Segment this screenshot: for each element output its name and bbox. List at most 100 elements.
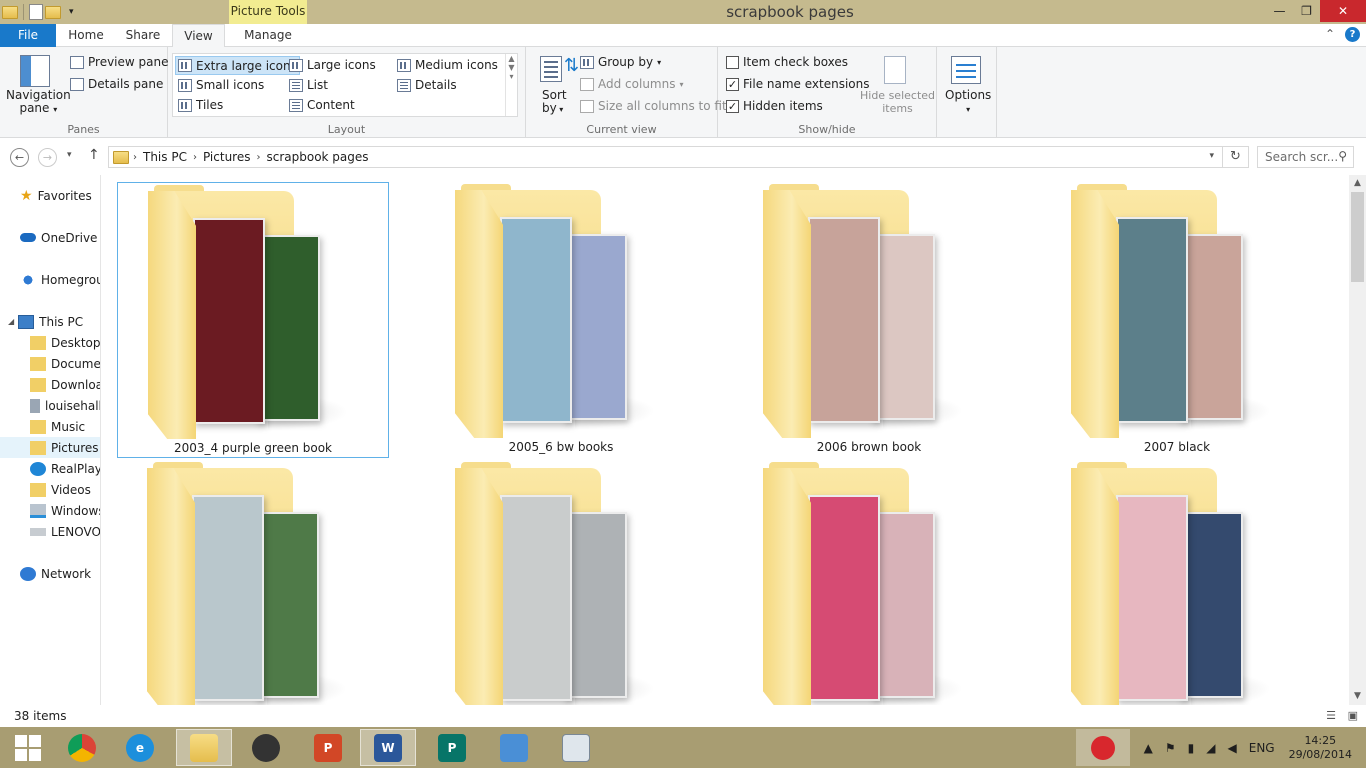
folder-tile[interactable]: 2007 black [1041, 182, 1313, 458]
breadcrumb-scrapbook-pages[interactable]: scrapbook pages [260, 150, 374, 164]
signal-icon[interactable]: ◢ [1206, 741, 1215, 755]
file-name-extensions-toggle[interactable]: ✓ File name extensions [726, 77, 870, 91]
help-icon[interactable]: ? [1345, 27, 1360, 42]
nav-item-network[interactable]: Network [0, 563, 100, 584]
collapse-ribbon-icon[interactable]: ⌃ [1325, 27, 1335, 42]
folder-tile[interactable] [1041, 460, 1313, 705]
start-button[interactable] [0, 729, 56, 766]
nav-item-videos[interactable]: Videos [0, 479, 100, 500]
nav-item-onedrive[interactable]: OneDrive [0, 227, 100, 248]
refresh-icon[interactable]: ↻ [1222, 147, 1248, 167]
layout-details[interactable]: Details [397, 78, 457, 92]
folder-tile[interactable]: 2003_4 purple green book [117, 182, 389, 458]
taskbar-internet-explorer[interactable]: e [112, 729, 168, 766]
size-columns-button[interactable]: Size all columns to fit [580, 99, 727, 113]
close-button[interactable]: ✕ [1320, 0, 1366, 22]
preview-pane-button[interactable]: Preview pane [70, 55, 168, 69]
layout-large-icons[interactable]: Large icons [289, 58, 376, 72]
folder-tile[interactable] [733, 460, 1005, 705]
item-check-boxes-toggle[interactable]: Item check boxes [726, 55, 848, 69]
hide-selected-button[interactable]: Hide selected items [860, 89, 935, 115]
nav-item-documents[interactable]: Documer [0, 353, 100, 374]
hide-selected-icon [884, 56, 906, 84]
customize-qat-icon[interactable]: ▾ [69, 7, 74, 17]
taskbar-control-panel[interactable] [486, 729, 542, 766]
taskbar-resource-monitor[interactable] [548, 729, 604, 766]
nav-item-desktop[interactable]: Desktop [0, 332, 100, 353]
item-check-boxes-checkbox[interactable] [726, 55, 739, 69]
address-dropdown-icon[interactable]: ▾ [1209, 151, 1214, 161]
forward-button[interactable]: → [38, 148, 57, 167]
search-input[interactable]: Search scr... ⚲ [1257, 146, 1354, 168]
vertical-scrollbar[interactable]: ▲ ▼ [1349, 175, 1366, 705]
nav-item-favorites[interactable]: ★ Favorites [0, 185, 100, 206]
large-icons-view-icon[interactable]: ▣ [1348, 709, 1358, 722]
input-language[interactable]: ENG [1249, 741, 1275, 755]
nav-item-downloads[interactable]: Downloa [0, 374, 100, 395]
taskbar-powerpoint[interactable]: P [300, 729, 356, 766]
show-hidden-icons-icon[interactable]: ▲ [1144, 741, 1153, 755]
options-button[interactable]: Options ▾ [945, 89, 991, 116]
hidden-items-toggle[interactable]: ✓ Hidden items [726, 99, 823, 113]
tab-file[interactable]: File [0, 24, 56, 47]
breadcrumb-this-pc[interactable]: This PC [137, 150, 193, 164]
scroll-up-arrow-icon[interactable]: ▲ [1349, 175, 1366, 192]
hidden-items-checkbox[interactable]: ✓ [726, 99, 739, 113]
clock[interactable]: 14:25 29/08/2014 [1289, 734, 1352, 762]
layout-medium-icons[interactable]: Medium icons [397, 58, 498, 72]
sort-by-button[interactable]: Sort by ▾ [542, 89, 567, 116]
recent-locations-icon[interactable]: ▾ [67, 150, 72, 160]
taskbar-media-player[interactable] [238, 729, 294, 766]
nav-item-this-pc[interactable]: ◢ This PC [0, 311, 100, 332]
layout-gallery-scroll[interactable]: ▲ ▼ ▾ [505, 54, 517, 116]
file-name-extensions-checkbox[interactable]: ✓ [726, 77, 739, 91]
search-icon[interactable]: ⚲ [1338, 149, 1347, 163]
layout-extra-large-icons[interactable]: Extra large icons [175, 56, 300, 75]
taskbar-file-explorer[interactable] [176, 729, 232, 766]
nav-item-windows[interactable]: Windows [0, 500, 100, 521]
layout-tiles[interactable]: Tiles [178, 98, 223, 112]
tab-share[interactable]: Share [114, 24, 172, 47]
volume-icon[interactable]: ◀ [1228, 741, 1237, 755]
nav-item-music[interactable]: Music [0, 416, 100, 437]
details-pane-button[interactable]: Details pane [70, 77, 163, 91]
tab-manage[interactable]: Manage [229, 24, 307, 47]
folder-tile[interactable]: 2006 brown book [733, 182, 1005, 458]
scroll-down-arrow-icon[interactable]: ▼ [1349, 688, 1366, 705]
thumbnail-page [808, 217, 880, 423]
taskbar-word[interactable]: W [360, 729, 416, 766]
back-button[interactable]: ← [10, 148, 29, 167]
group-by-button[interactable]: Group by ▾ [580, 55, 661, 69]
notification-app-icon[interactable] [1075, 729, 1130, 766]
address-field[interactable]: › This PC › Pictures › scrapbook pages ▾… [108, 146, 1249, 168]
battery-icon[interactable]: ▮ [1188, 741, 1195, 755]
nav-item-pictures[interactable]: Pictures [0, 437, 100, 458]
folder-tile[interactable] [425, 460, 697, 705]
nav-item-lenovo[interactable]: LENOVO [0, 521, 100, 542]
scrollbar-thumb[interactable] [1351, 192, 1364, 282]
layout-small-icons[interactable]: Small icons [178, 78, 264, 92]
maximize-button[interactable]: ❐ [1293, 0, 1320, 22]
taskbar-publisher[interactable]: P [424, 729, 480, 766]
tab-home[interactable]: Home [58, 24, 114, 47]
properties-icon[interactable] [29, 4, 43, 20]
tab-view[interactable]: View [172, 24, 225, 48]
nav-item-realplayer[interactable]: RealPlaye [0, 458, 100, 479]
expand-arrow-icon[interactable]: ◢ [8, 317, 14, 326]
up-arrow-icon[interactable]: ↑ [88, 147, 100, 163]
folder-tile[interactable] [117, 460, 389, 705]
nav-item-homegroup[interactable]: Homegrou [0, 269, 100, 290]
new-folder-icon[interactable] [45, 5, 61, 19]
layout-content[interactable]: Content [289, 98, 355, 112]
folder-icon [2, 5, 18, 19]
details-view-icon[interactable]: ☰ [1326, 709, 1336, 722]
minimize-button[interactable]: — [1266, 0, 1293, 22]
action-center-flag-icon[interactable]: ⚑ [1165, 741, 1176, 755]
nav-item-louisehall[interactable]: louisehall [0, 395, 100, 416]
navigation-pane-button[interactable]: Navigation pane ▾ [6, 89, 71, 116]
folder-tile[interactable]: 2005_6 bw books [425, 182, 697, 458]
breadcrumb-pictures[interactable]: Pictures [197, 150, 257, 164]
layout-list[interactable]: List [289, 78, 328, 92]
taskbar-chrome[interactable] [54, 729, 110, 766]
add-columns-button[interactable]: Add columns ▾ [580, 77, 684, 91]
